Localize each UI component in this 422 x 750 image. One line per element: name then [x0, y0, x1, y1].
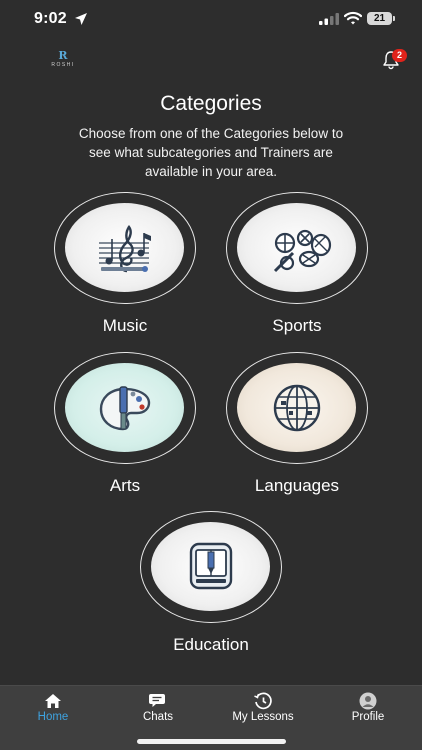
globe-icon [273, 384, 321, 432]
palette-brush-icon [99, 386, 151, 431]
tab-home-label: Home [37, 711, 69, 723]
logo-mark: R [58, 49, 68, 62]
history-icon [254, 692, 272, 710]
chat-bubbles-icon [149, 694, 165, 707]
tab-my-lessons-label: My Lessons [232, 711, 294, 723]
tab-profile-label: Profile [351, 711, 385, 723]
category-arts-image [65, 363, 184, 452]
page-subtitle: Choose from one of the Categories below … [78, 126, 344, 179]
category-arts-button[interactable] [54, 352, 196, 464]
tab-profile[interactable]: Profile [318, 686, 418, 736]
category-sports-button[interactable] [226, 192, 368, 304]
app-logo: R ROSHI [46, 50, 80, 70]
category-sports-label: Sports [272, 316, 322, 335]
music-notes-icon [99, 224, 151, 273]
category-sports-image [237, 203, 356, 292]
battery-indicator: 21 [367, 12, 392, 25]
category-education-label: Education [173, 635, 249, 654]
tab-chats-label: Chats [142, 711, 174, 723]
logo-text: ROSHI [51, 62, 75, 68]
page-title: Categories [160, 92, 262, 115]
tab-my-lessons[interactable]: My Lessons [213, 686, 313, 736]
category-music-button[interactable] [54, 192, 196, 304]
category-languages-image [237, 363, 356, 452]
sports-balls-icon [273, 229, 332, 273]
category-education-button[interactable] [140, 511, 282, 623]
home-icon [45, 694, 61, 708]
profile-icon [359, 692, 377, 710]
tab-home[interactable]: Home [3, 686, 103, 736]
status-bar: 9:02 21 [0, 0, 422, 40]
location-arrow-icon [75, 13, 87, 25]
home-indicator [137, 739, 286, 744]
category-languages-button[interactable] [226, 352, 368, 464]
status-time: 9:02 [34, 10, 67, 27]
tab-chats[interactable]: Chats [108, 686, 208, 736]
category-arts-label: Arts [109, 476, 141, 495]
cellular-signal-icon [319, 13, 339, 25]
category-music-image [65, 203, 184, 292]
battery-tip [393, 16, 395, 21]
book-pencil-icon [189, 542, 233, 590]
wifi-icon [344, 11, 362, 25]
notification-badge: 2 [392, 49, 407, 62]
category-music-label: Music [102, 316, 148, 335]
category-education-image [151, 522, 270, 611]
category-languages-label: Languages [254, 476, 340, 495]
